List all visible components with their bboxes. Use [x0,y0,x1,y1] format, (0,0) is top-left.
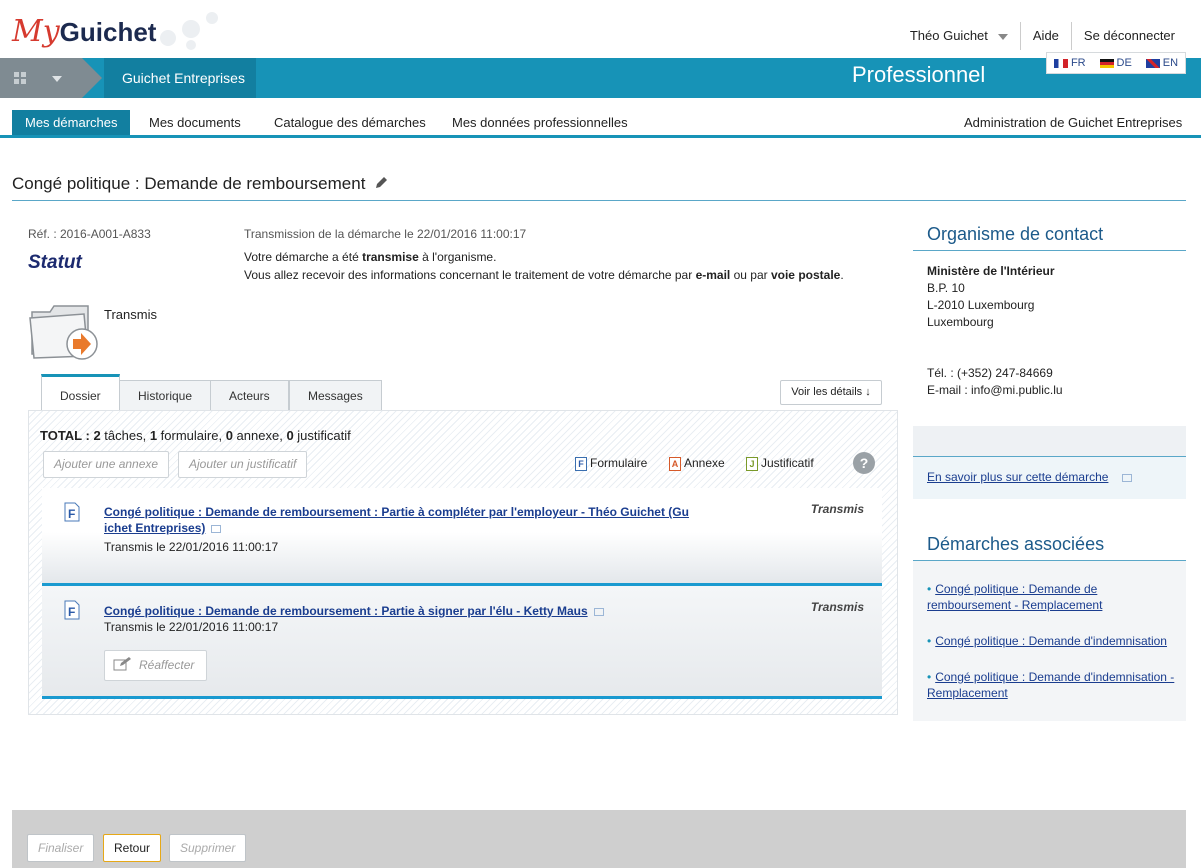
svg-text:F: F [68,605,75,619]
myguichet-logo[interactable]: MyGuichet [12,14,156,49]
app-bar: Guichet Entreprises Professionnel [0,58,1201,98]
assoc-link[interactable]: • Congé politique : Demande de remboursem… [927,581,1177,613]
nav-tab-administration[interactable]: Administration de Guichet Entreprises [951,110,1195,135]
flag-fr-icon [1053,58,1068,68]
flag-de-icon [1099,58,1114,68]
justificatif-icon: J [746,456,758,471]
pencil-icon[interactable] [374,176,388,190]
dossier-tabs: Dossier Historique Acteurs Messages [28,374,898,410]
help-link[interactable]: Aide [1021,26,1071,46]
savoir-plus-link[interactable]: En savoir plus sur cette démarche [927,470,1133,484]
contact-info: Ministère de l'Intérieur B.P. 10 L-2010 … [927,264,1063,397]
lang-en[interactable]: EN [1145,57,1178,69]
tab-dossier[interactable]: Dossier [41,374,120,410]
retour-button[interactable]: Retour [103,834,162,862]
legend-justificatif: J Justificatif [746,456,814,471]
reaffecter-button[interactable]: Réaffecter [104,650,208,681]
contact-heading: Organisme de contact [927,224,1104,244]
nav-tab-donnees-pro[interactable]: Mes données professionnelles [439,110,641,135]
tab-messages[interactable]: Messages [289,380,382,410]
flag-uk-icon [1145,58,1160,68]
top-header: MyGuichet Théo Guichet Aide Se déconnect… [0,0,1201,58]
reassign-icon [113,657,131,671]
page-title: Congé politique : Demande de rembourseme… [12,174,388,194]
apps-menu-button[interactable] [0,58,102,98]
app-title[interactable]: Guichet Entreprises [104,58,256,98]
grid-icon [14,72,28,84]
transmission-date: Transmission de la démarche le 22/01/201… [244,227,527,241]
chevron-down-icon [52,76,62,82]
status-text: Transmis [104,307,157,322]
assoc-link[interactable]: • Congé politique : Demande d'indemnisati… [927,669,1177,701]
popup-icon [593,607,604,616]
annexe-icon: A [669,456,681,471]
task-item: F Congé politique : Demande de rembourse… [42,488,882,586]
svg-text:F: F [68,507,75,521]
task-link[interactable]: Congé politique : Demande de rembourseme… [104,603,604,619]
add-annexe-button[interactable]: Ajouter une annexe [43,451,170,478]
total-summary: TOTAL : 2 tâches, 1 formulaire, 0 annexe… [40,428,351,443]
add-justificatif-button[interactable]: Ajouter un justificatif [178,451,308,478]
formulaire-icon: F [64,502,80,522]
nav-tab-mes-documents[interactable]: Mes documents [136,110,254,135]
legend-formulaire: F Formulaire [575,456,647,471]
space-title: Professionnel [852,62,986,87]
user-menu[interactable]: Théo Guichet [898,26,1020,46]
logout-link[interactable]: Se déconnecter [1072,26,1187,46]
legend-annexe: A Annexe [669,456,725,471]
popup-icon [1122,473,1133,482]
nav-tab-mes-demarches[interactable]: Mes démarches [12,110,131,135]
status-heading: Statut [28,252,82,273]
popup-icon [211,524,222,533]
reference: Réf. : 2016-A001-A833 [28,227,151,241]
lang-de[interactable]: DE [1099,57,1132,69]
tab-acteurs[interactable]: Acteurs [210,380,289,410]
tab-historique[interactable]: Historique [119,380,212,410]
folder-sent-icon [29,305,98,360]
task-link[interactable]: Congé politique : Demande de rembourseme… [104,504,689,536]
task-date: Transmis le 22/01/2016 11:00:17 [104,620,279,634]
task-date: Transmis le 22/01/2016 11:00:17 [104,540,279,554]
language-switcher: FR DE EN [1046,52,1186,74]
finaliser-button[interactable]: Finaliser [27,834,95,862]
supprimer-button[interactable]: Supprimer [169,834,247,862]
help-icon[interactable]: ? [853,452,875,474]
user-links: Théo Guichet Aide Se déconnecter [898,22,1187,50]
logo-decoration [160,8,230,50]
voir-details-button[interactable]: Voir les détails ↓ [780,380,882,405]
chevron-down-icon [997,33,1008,40]
task-status: Transmis [810,600,864,614]
transmission-message: Votre démarche a été transmise à l'organ… [244,250,844,282]
assoc-heading: Démarches associées [927,534,1105,554]
task-status: Transmis [810,502,864,516]
assoc-link[interactable]: • Congé politique : Demande d'indemnisati… [927,633,1177,649]
lang-fr[interactable]: FR [1053,57,1086,69]
formulaire-icon: F [64,600,80,620]
nav-tab-catalogue[interactable]: Catalogue des démarches [261,110,439,135]
main-nav: Mes démarches Mes documents Catalogue de… [0,98,1201,138]
formulaire-icon: F [575,456,587,471]
task-item: F Congé politique : Demande de rembourse… [42,586,882,699]
